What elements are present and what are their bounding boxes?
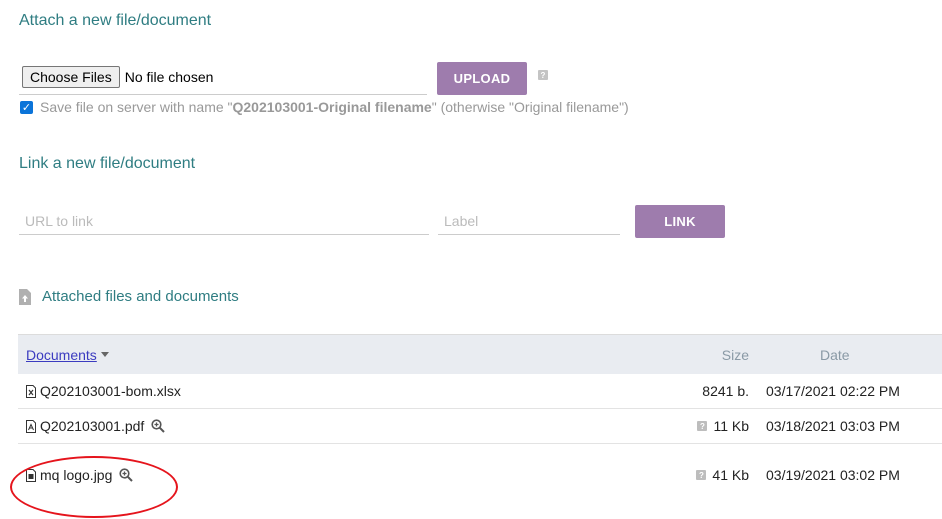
link-file-title: Link a new file/document (19, 155, 196, 172)
file-link[interactable]: Q202103001.pdf (26, 418, 166, 434)
file-size-value: 41 Kb (712, 467, 749, 483)
file-size: ? 41 Kb (696, 467, 749, 483)
save-with-name-option: ✓ Save file on server with name " Q202103… (20, 99, 629, 115)
help-icon[interactable]: ? (696, 470, 707, 480)
zoom-in-icon[interactable] (151, 419, 166, 433)
checkbox-label-filename: Q202103001-Original filename (232, 99, 432, 115)
highlight-annotation-circle (10, 456, 178, 518)
checkbox-label-suffix: " (otherwise "Original filename") (431, 99, 629, 115)
file-size: ? 11 Kb (697, 418, 749, 434)
checkbox-label-prefix: Save file on server with name " (40, 99, 233, 115)
file-date: 03/18/2021 03:03 PM (766, 418, 900, 434)
file-size: 8241 b. (702, 383, 749, 399)
upload-button[interactable]: UPLOAD (437, 62, 527, 95)
label-input[interactable]: Label (438, 207, 620, 235)
table-row: Q202103001.pdf ? 11 Kb 03/18/2021 03:03 … (18, 409, 942, 444)
excel-file-icon (26, 384, 36, 398)
attached-files-header: Attached files and documents (19, 288, 239, 305)
attached-files-title: Attached files and documents (42, 288, 239, 305)
file-size-value: 11 Kb (713, 418, 749, 434)
file-input[interactable]: Choose Files No file chosen (19, 62, 427, 95)
file-name: Q202103001.pdf (40, 418, 145, 434)
file-size-value: 8241 b. (702, 383, 749, 399)
documents-column-label: Documents (26, 346, 97, 363)
file-link[interactable]: Q202103001-bom.xlsx (26, 383, 181, 399)
save-with-name-checkbox[interactable]: ✓ (20, 100, 33, 114)
table-row: Q202103001-bom.xlsx 8241 b. 03/17/2021 0… (18, 374, 942, 409)
attach-file-title: Attach a new file/document (19, 12, 212, 29)
help-icon[interactable]: ? (697, 421, 708, 431)
help-icon[interactable]: ? (538, 70, 548, 80)
choose-files-button[interactable]: Choose Files (22, 66, 120, 88)
url-input[interactable]: URL to link (19, 207, 429, 235)
pdf-file-icon (26, 419, 36, 433)
table-header: Documents Size Date (18, 334, 942, 374)
documents-column-header[interactable]: Documents (26, 347, 109, 363)
link-button[interactable]: LINK (635, 205, 725, 238)
sort-down-icon (100, 352, 109, 357)
file-date: 03/19/2021 03:02 PM (766, 467, 900, 483)
date-column-header: Date (820, 346, 850, 363)
file-date: 03/17/2021 02:22 PM (766, 383, 900, 399)
file-name: Q202103001-bom.xlsx (40, 383, 181, 399)
file-upload-icon (19, 288, 31, 305)
no-file-chosen-text: No file chosen (124, 69, 214, 85)
size-column-header: Size (721, 346, 749, 363)
